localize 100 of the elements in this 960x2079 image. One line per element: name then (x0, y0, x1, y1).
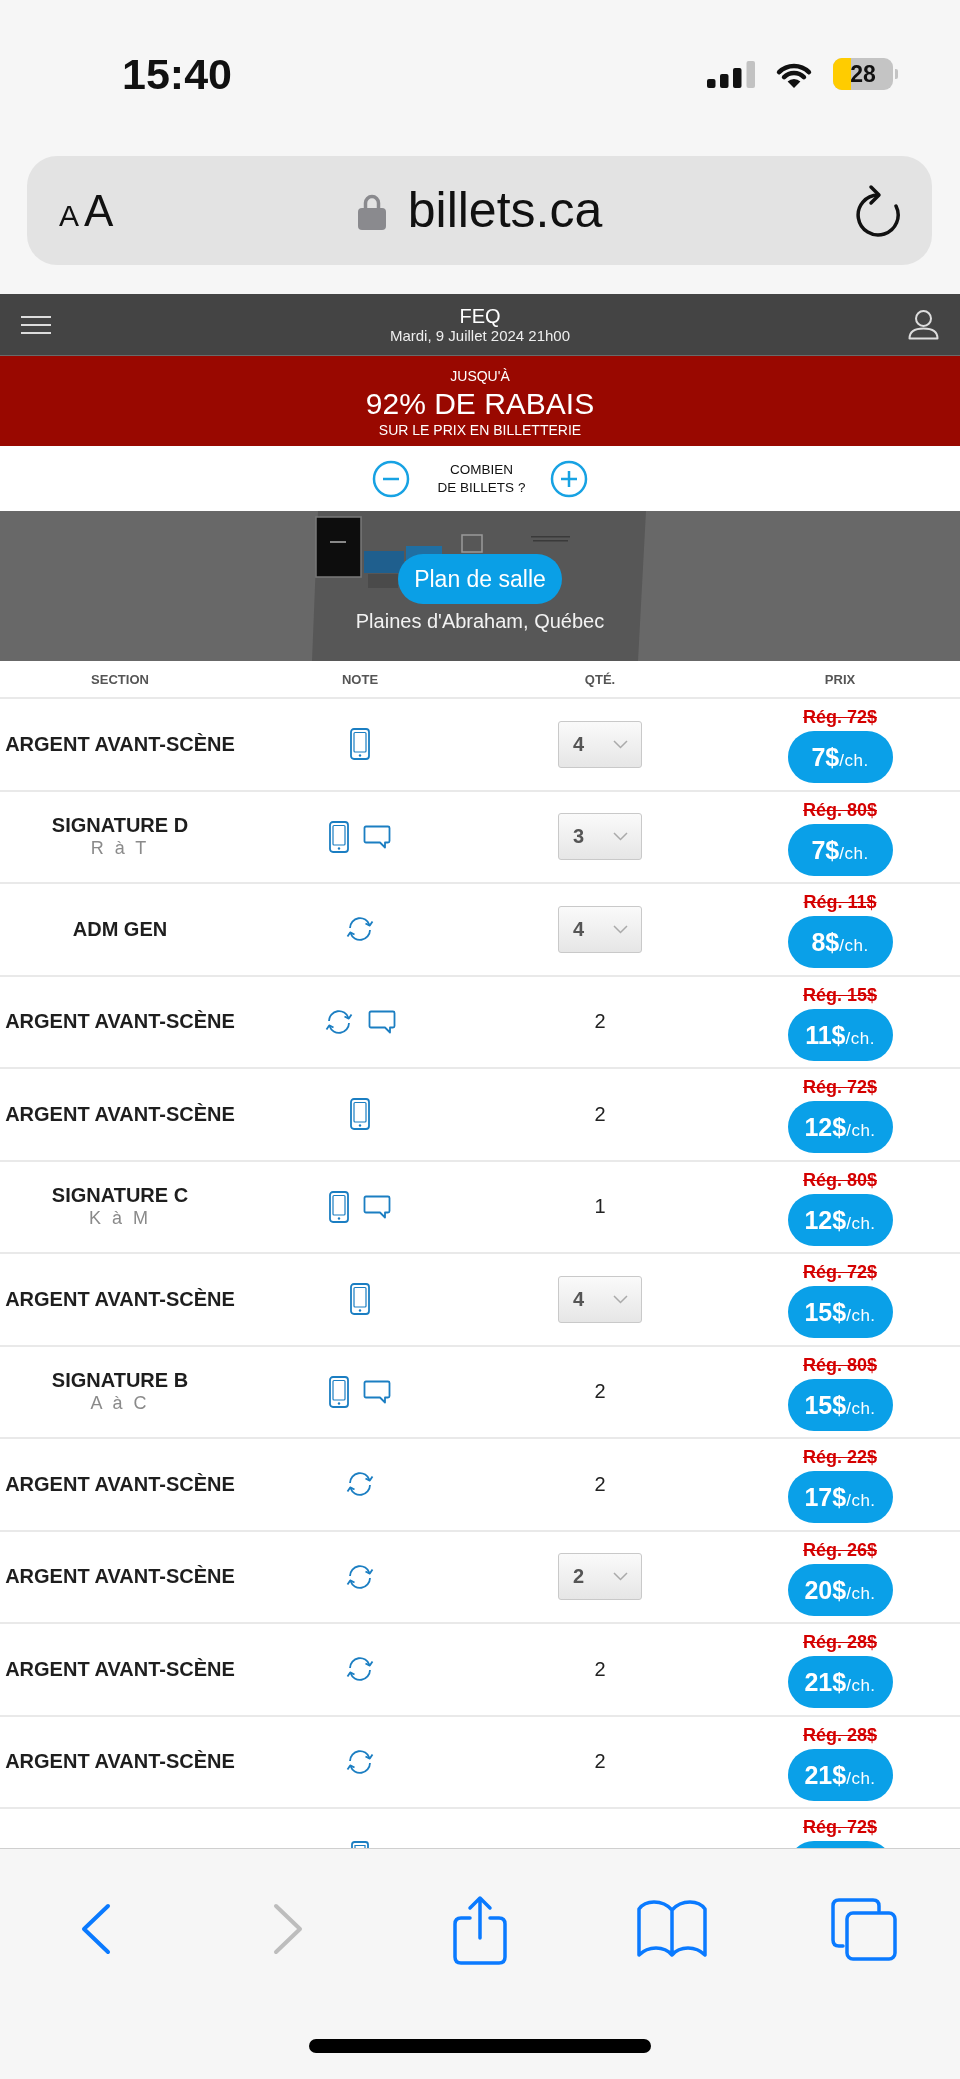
minus-icon[interactable] (371, 459, 410, 498)
section-name: SIGNATURE D (51, 813, 189, 837)
regular-price: Rég. 11$ (803, 892, 877, 912)
section-name: ARGENT AVANT-SCÈNE (5, 1287, 235, 1311)
plus-icon[interactable] (550, 459, 589, 498)
quantity-select[interactable]: 4 (558, 1275, 642, 1323)
phone-icon (350, 728, 370, 761)
price-button[interactable]: 15$/ch. (787, 1286, 893, 1338)
text-size-button[interactable]: AA (59, 188, 114, 233)
share-icon[interactable] (452, 1893, 508, 1965)
reload-icon[interactable] (855, 183, 901, 238)
chevron-down-icon (613, 832, 628, 842)
promo-subline: SUR LE PRIX EN BILLETTERIE (378, 422, 582, 438)
quantity-value: 2 (594, 1657, 606, 1681)
status-time: 15:40 (122, 49, 232, 99)
seat-range: A à C (90, 1391, 150, 1415)
speech-bubble-icon (363, 1194, 391, 1219)
price-button[interactable]: 7$/ch. (787, 731, 893, 783)
regular-price: Rég. 15$ (802, 984, 877, 1005)
quantity-value: 2 (594, 1380, 606, 1404)
chevron-down-icon (613, 739, 628, 749)
battery-percent: 28 (850, 62, 876, 86)
chevron-down-icon (613, 1294, 628, 1304)
venue-name: Plaines d'Abraham, Québec (355, 609, 605, 633)
back-icon[interactable] (81, 1903, 111, 1955)
price-button[interactable]: 21$/ch. (787, 1748, 893, 1801)
price-button[interactable]: 17$/ch. (787, 1471, 893, 1523)
quantity-select[interactable]: 2 (558, 1553, 642, 1601)
phone-icon (351, 1841, 369, 1848)
price-button[interactable]: 21$/ch. (787, 1656, 893, 1708)
quantity-value: 2 (594, 1472, 606, 1496)
promo-kicker: JUSQU'À (450, 367, 510, 385)
price-button[interactable]: 7$/ch. (787, 823, 893, 876)
phone-icon (329, 820, 349, 853)
book-icon[interactable] (636, 1900, 708, 1958)
section-name: ARGENT AVANT-SCÈNE (5, 1102, 235, 1126)
price-button[interactable]: 8$/ch. (787, 916, 893, 968)
speech-bubble-icon (363, 824, 391, 849)
section-name: ARGENT AVANT-SCÈNE (5, 1657, 235, 1681)
section-name: ARGENT AVANT-SCÈNE (5, 1750, 235, 1774)
price-button[interactable]: 11$/ch. (787, 1008, 893, 1061)
event-date: Mardi, 9 Juillet 2024 21h00 (389, 326, 571, 345)
price-button[interactable]: 12$/ch. (787, 1101, 893, 1153)
regular-price: Rég. 28$ (802, 1632, 877, 1652)
section-name: ARGENT AVANT-SCÈNE (5, 1565, 235, 1589)
phone-icon (350, 1098, 370, 1131)
column-header: SECTION (91, 671, 149, 687)
chevron-down-icon (613, 1572, 628, 1582)
regular-price: Rég. 80$ (802, 1354, 877, 1375)
column-header: QTÉ. (584, 671, 616, 687)
quantity-value: 1 (594, 1195, 606, 1219)
quantity-select[interactable]: 4 (558, 905, 642, 953)
section-name: ARGENT AVANT-SCÈNE (5, 732, 235, 756)
section-name: ARGENT AVANT-SCÈNE (5, 1010, 235, 1034)
section-name: SIGNATURE B (51, 1368, 189, 1392)
seat-range: R à T (90, 836, 150, 860)
seating-plan-button[interactable]: Plan de salle (398, 554, 562, 604)
refresh-icon (345, 1470, 375, 1499)
user-icon[interactable] (908, 309, 939, 340)
phone-icon (329, 1190, 349, 1223)
refresh-icon (324, 1007, 354, 1036)
refresh-icon (345, 1655, 375, 1684)
regular-price: Rég. 72$ (802, 1817, 877, 1837)
phone-icon (350, 1283, 370, 1316)
section-name: ARGENT AVANT-SCÈNE (5, 1472, 235, 1496)
regular-price: Rég. 80$ (802, 799, 877, 820)
promo-headline: 92% DE RABAIS (365, 386, 595, 422)
refresh-icon (345, 1562, 375, 1591)
quantity-value: 2 (594, 1010, 606, 1034)
speech-bubble-icon (368, 1009, 396, 1034)
address-bar[interactable]: AA billets.ca (27, 156, 932, 265)
price-button[interactable]: 12$/ch. (787, 1193, 893, 1246)
regular-price: Rég. 72$ (802, 1262, 877, 1282)
event-title: FEQ (459, 304, 501, 327)
menu-icon[interactable] (21, 314, 51, 335)
column-header: PRIX (824, 671, 856, 687)
regular-price: Rég. 28$ (802, 1724, 877, 1745)
section-name: ADM GEN (72, 917, 168, 941)
regular-price: Rég. 22$ (802, 1447, 877, 1467)
refresh-icon (345, 915, 375, 944)
quantity-value: 2 (594, 1102, 606, 1126)
url-text: billets.ca (407, 183, 603, 238)
chevron-down-icon (613, 924, 628, 934)
section-name: SIGNATURE C (51, 1183, 189, 1207)
phone-icon (329, 1375, 349, 1408)
regular-price: Rég. 80$ (802, 1169, 877, 1190)
ticket-count-label: COMBIEN DE BILLETS ? (437, 460, 526, 497)
price-button[interactable]: 15$/ch. (787, 1378, 893, 1431)
regular-price: Rég. 26$ (802, 1539, 877, 1560)
price-button[interactable]: 20$/ch. (787, 1563, 893, 1616)
quantity-select[interactable]: 3 (558, 813, 642, 861)
seat-range: K à M (89, 1206, 151, 1230)
quantity-select[interactable]: 4 (558, 720, 642, 768)
regular-price: Rég. 72$ (802, 1077, 877, 1097)
speech-bubble-icon (363, 1379, 391, 1404)
tabs-icon[interactable] (830, 1896, 898, 1962)
column-header: NOTE (341, 671, 379, 687)
regular-price: Rég. 72$ (802, 707, 877, 727)
quantity-value: 2 (594, 1750, 606, 1774)
signal-icon (707, 60, 755, 88)
